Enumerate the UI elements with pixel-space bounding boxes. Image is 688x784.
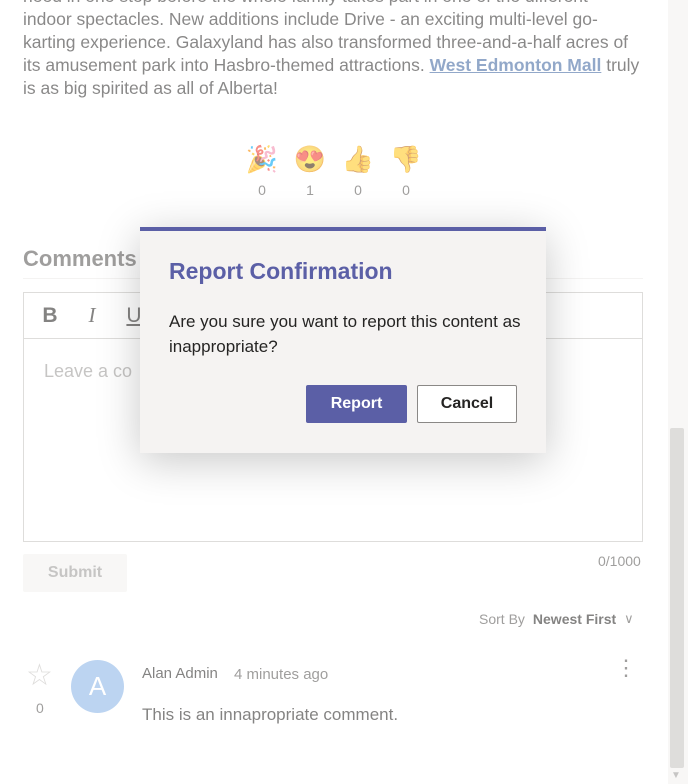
dialog-title: Report Confirmation: [169, 258, 393, 284]
cancel-button[interactable]: Cancel: [417, 385, 517, 423]
report-button[interactable]: Report: [306, 385, 407, 423]
dialog-message: Are you sure you want to report this con…: [169, 312, 521, 356]
report-confirmation-dialog: Report Confirmation Are you sure you wan…: [140, 227, 546, 453]
